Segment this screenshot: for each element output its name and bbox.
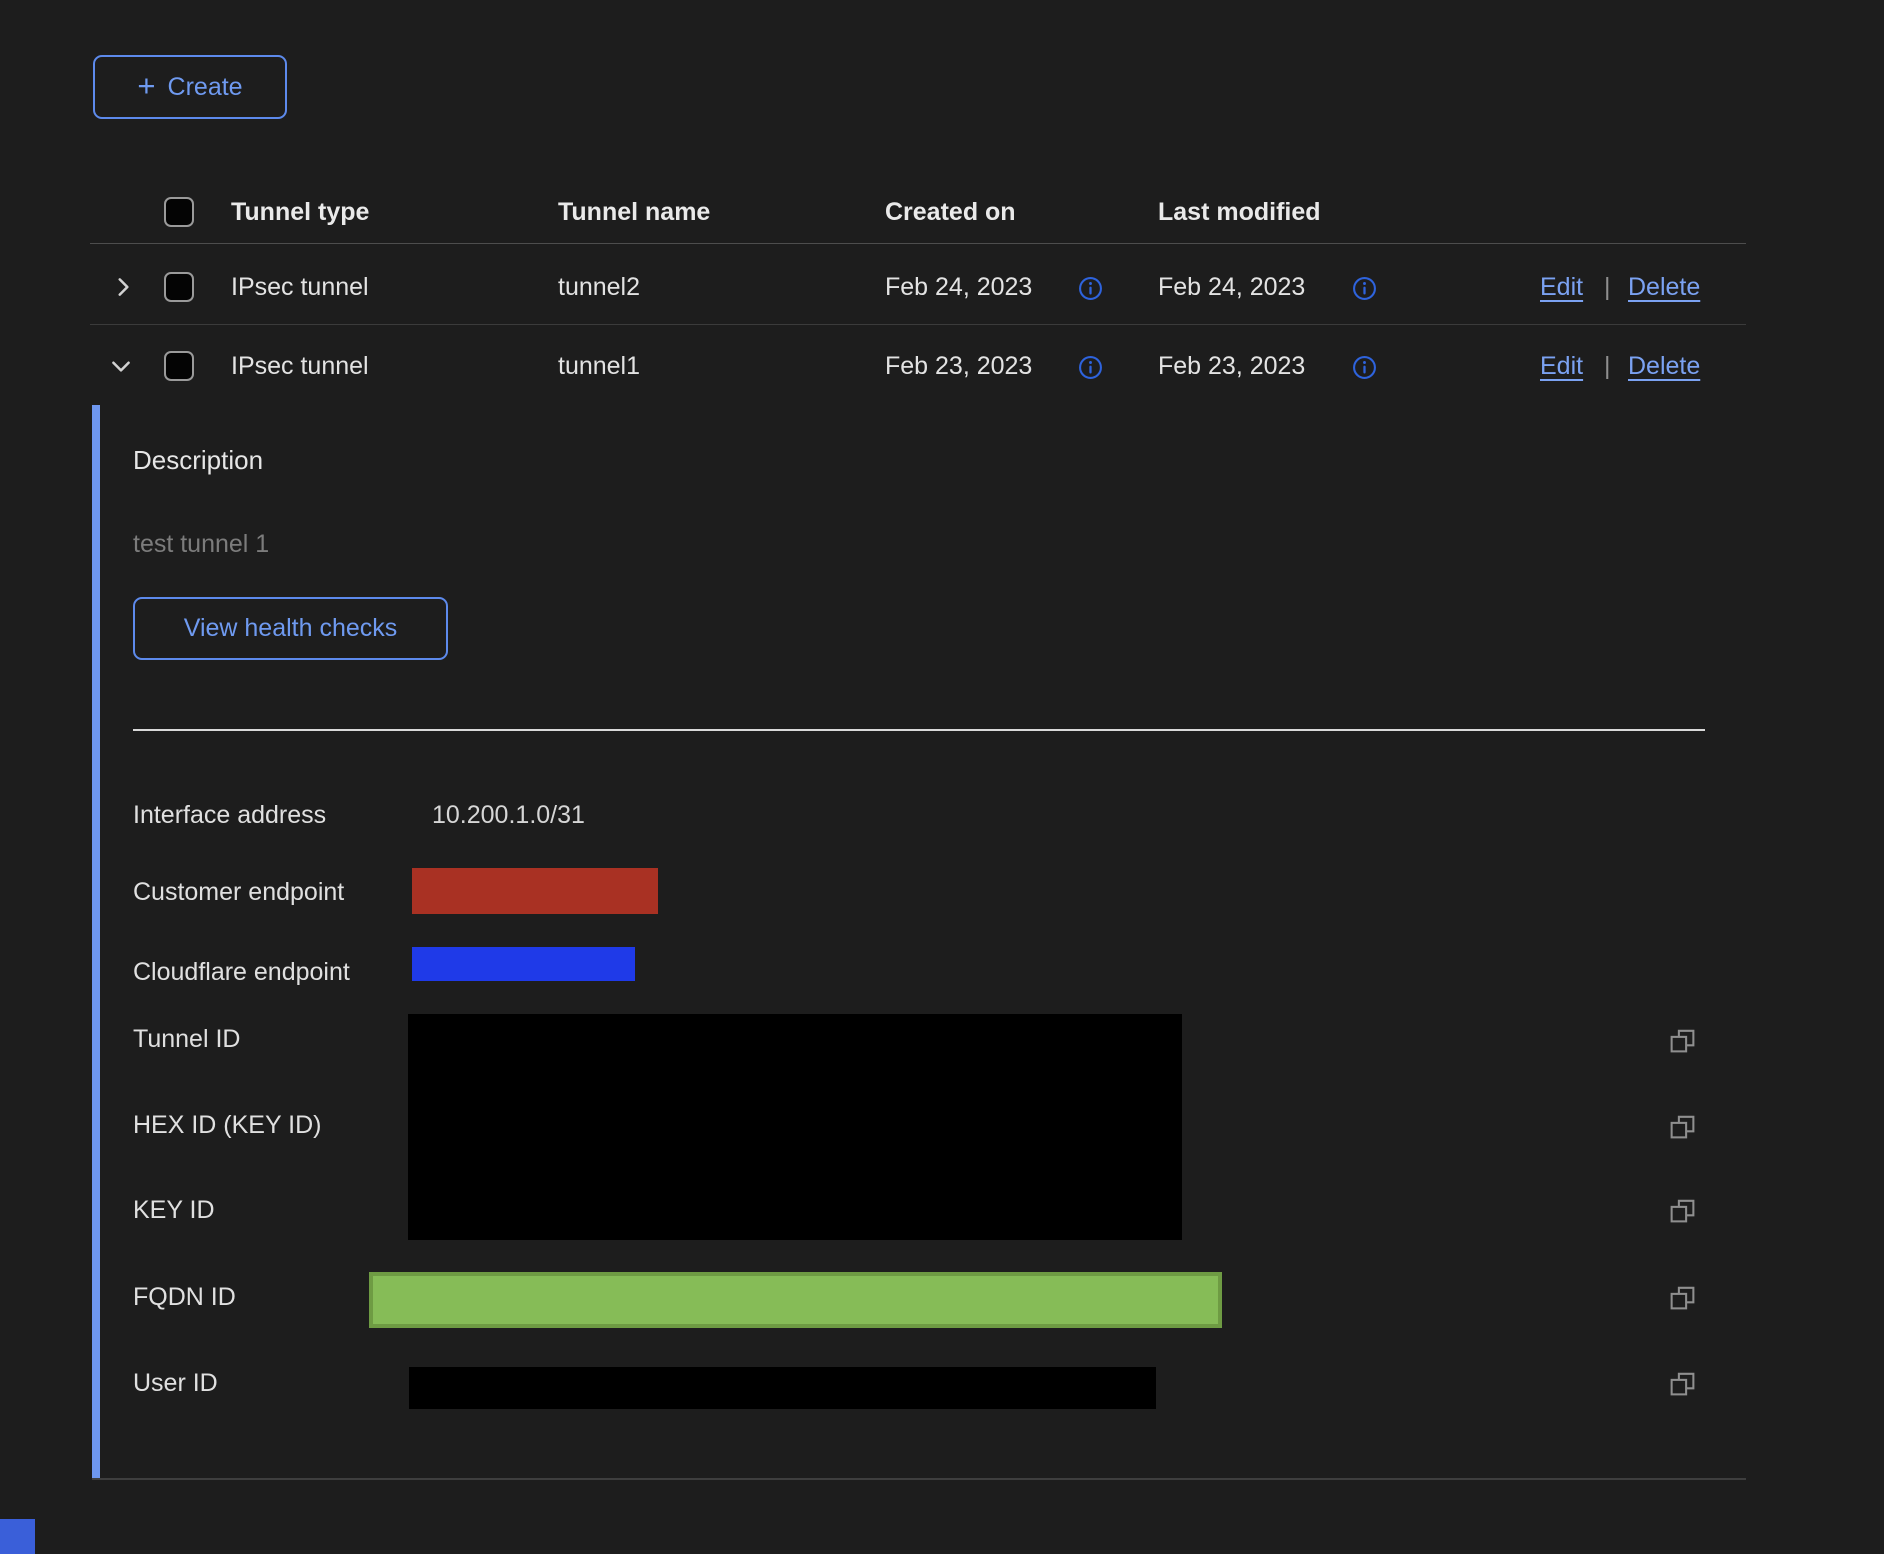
- expanded-row-accent-bar: [92, 405, 100, 1478]
- customer-endpoint-redaction: [412, 868, 658, 914]
- delete-link[interactable]: Delete: [1628, 349, 1700, 383]
- cloudflare-endpoint-label: Cloudflare endpoint: [133, 956, 350, 988]
- create-button-label: Create: [168, 73, 243, 102]
- chevron-right-icon[interactable]: [110, 274, 136, 300]
- created-on-cell: Feb 24, 2023: [885, 270, 1032, 304]
- action-separator: |: [1604, 270, 1611, 304]
- column-header-last-modified: Last modified: [1158, 196, 1321, 228]
- create-button[interactable]: + Create: [93, 55, 287, 119]
- fqdn-id-redaction: [369, 1272, 1222, 1328]
- copy-user-id-icon[interactable]: [1668, 1369, 1697, 1398]
- description-value: test tunnel 1: [133, 528, 269, 560]
- interface-address-label: Interface address: [133, 799, 326, 831]
- copy-key-id-icon[interactable]: [1668, 1196, 1697, 1225]
- key-id-label: KEY ID: [133, 1194, 215, 1226]
- fqdn-id-label: FQDN ID: [133, 1281, 236, 1313]
- corner-accent-fragment: [0, 1519, 35, 1554]
- section-divider: [133, 729, 1705, 731]
- panel-bottom-divider: [92, 1478, 1746, 1480]
- last-modified-cell: Feb 24, 2023: [1158, 270, 1305, 304]
- tunnel-type-cell: IPsec tunnel: [231, 349, 369, 383]
- user-id-redaction: [409, 1367, 1156, 1409]
- user-id-label: User ID: [133, 1367, 218, 1399]
- row-divider: [90, 324, 1746, 325]
- tunnel-id-label: Tunnel ID: [133, 1023, 240, 1055]
- action-separator: |: [1604, 349, 1611, 383]
- column-header-tunnel-name: Tunnel name: [558, 196, 710, 228]
- edit-link[interactable]: Edit: [1540, 270, 1583, 304]
- tunnel-name-cell: tunnel2: [558, 270, 640, 304]
- copy-fqdn-id-icon[interactable]: [1668, 1283, 1697, 1312]
- interface-address-value: 10.200.1.0/31: [432, 799, 585, 831]
- info-icon[interactable]: [1352, 355, 1377, 380]
- row-checkbox[interactable]: [164, 272, 194, 302]
- info-icon[interactable]: [1078, 355, 1103, 380]
- created-on-cell: Feb 23, 2023: [885, 349, 1032, 383]
- customer-endpoint-label: Customer endpoint: [133, 876, 344, 908]
- tunnels-page: + Create Tunnel type Tunnel name Created…: [0, 0, 1884, 1554]
- tunnel-type-cell: IPsec tunnel: [231, 270, 369, 304]
- view-health-checks-button[interactable]: View health checks: [133, 597, 448, 660]
- tunnel-name-cell: tunnel1: [558, 349, 640, 383]
- hex-id-label: HEX ID (KEY ID): [133, 1109, 321, 1141]
- tunnel-hex-key-id-redaction: [408, 1014, 1182, 1240]
- delete-link[interactable]: Delete: [1628, 270, 1700, 304]
- column-header-created-on: Created on: [885, 196, 1016, 228]
- info-icon[interactable]: [1078, 276, 1103, 301]
- copy-hex-id-icon[interactable]: [1668, 1112, 1697, 1141]
- column-header-tunnel-type: Tunnel type: [231, 196, 369, 228]
- select-all-checkbox[interactable]: [164, 197, 194, 227]
- row-checkbox[interactable]: [164, 351, 194, 381]
- chevron-down-icon[interactable]: [108, 353, 134, 379]
- last-modified-cell: Feb 23, 2023: [1158, 349, 1305, 383]
- edit-link[interactable]: Edit: [1540, 349, 1583, 383]
- info-icon[interactable]: [1352, 276, 1377, 301]
- description-label: Description: [133, 444, 263, 476]
- plus-icon: +: [137, 70, 155, 101]
- cloudflare-endpoint-redaction: [412, 947, 635, 981]
- header-divider: [90, 243, 1746, 244]
- copy-tunnel-id-icon[interactable]: [1668, 1026, 1697, 1055]
